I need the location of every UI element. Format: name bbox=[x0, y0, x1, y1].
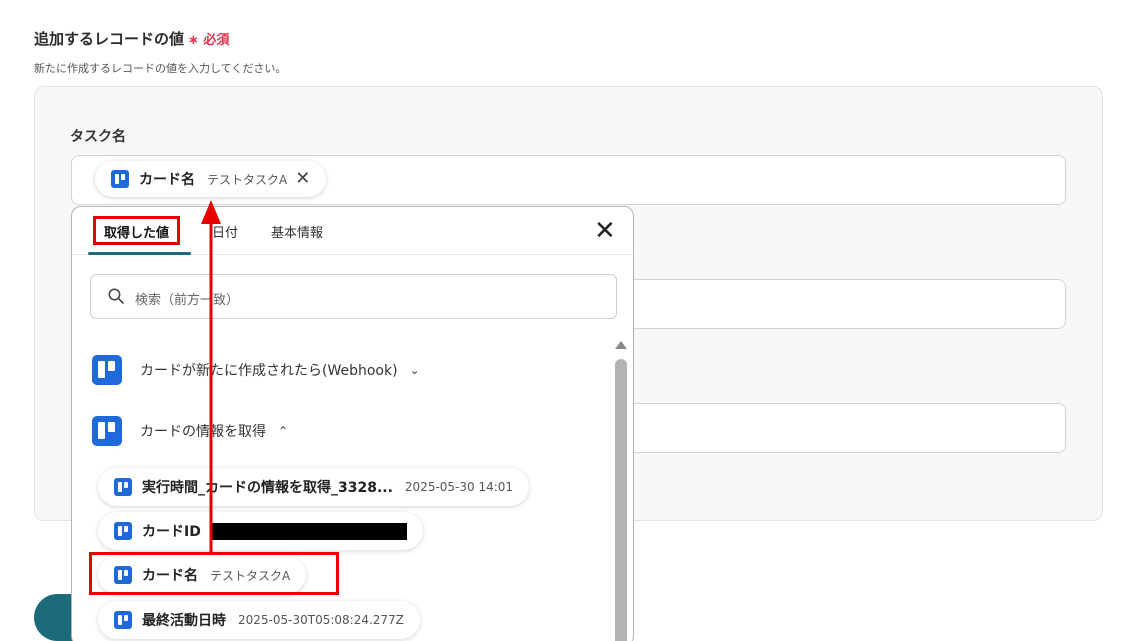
active-tab-indicator bbox=[88, 252, 191, 255]
scroll-up-arrow[interactable] bbox=[615, 341, 627, 349]
close-icon[interactable]: ✕ bbox=[594, 218, 616, 244]
chip-value: テストタスクA bbox=[207, 172, 288, 187]
search-icon bbox=[108, 288, 124, 304]
trello-icon bbox=[114, 611, 132, 629]
trello-icon bbox=[92, 416, 122, 446]
search-placeholder: 検索（前方一致） bbox=[135, 293, 240, 308]
trello-icon bbox=[92, 355, 122, 385]
list-item[interactable]: カードID bbox=[98, 512, 423, 550]
required-badge: ∗ 必須 bbox=[188, 33, 230, 48]
section-title-text: 追加するレコードの値 bbox=[34, 30, 185, 48]
group-name: カードが新たに作成されたら(Webhook) bbox=[140, 363, 398, 379]
search-input[interactable]: 検索（前方一致） bbox=[90, 274, 617, 319]
selected-value-chip[interactable]: カード名 テストタスクA ✕ bbox=[95, 161, 327, 197]
item-value: 2025-05-30T05:08:24.277Z bbox=[238, 613, 404, 627]
group-get-card-info[interactable]: カードの情報を取得 ⌃ bbox=[92, 416, 288, 446]
chevron-down-icon: ⌄ bbox=[409, 363, 420, 377]
list-item[interactable]: 最終活動日時 2025-05-30T05:08:24.277Z bbox=[98, 601, 420, 639]
scrollbar-thumb[interactable] bbox=[615, 359, 627, 641]
tab-date[interactable]: 日付 bbox=[212, 222, 238, 241]
trello-icon bbox=[111, 170, 129, 188]
section-title: 追加するレコードの値 ∗ 必須 bbox=[34, 28, 229, 49]
task-name-label: タスク名 bbox=[70, 129, 126, 145]
section-description: 新たに作成するレコードの値を入力してください。 bbox=[34, 62, 287, 75]
close-icon[interactable]: ✕ bbox=[295, 170, 310, 188]
trello-icon bbox=[114, 478, 132, 496]
highlight-box-tab bbox=[93, 216, 180, 245]
trello-icon bbox=[114, 522, 132, 540]
redacted-value bbox=[210, 522, 407, 540]
tab-basic-info[interactable]: 基本情報 bbox=[271, 222, 323, 241]
chip-key: カード名 bbox=[139, 172, 195, 188]
item-key: カードID bbox=[142, 524, 201, 540]
item-key: 最終活動日時 bbox=[142, 613, 226, 629]
highlight-box-item bbox=[89, 552, 339, 595]
item-value: 2025-05-30 14:01 bbox=[404, 480, 514, 494]
list-item[interactable]: 実行時間_カードの情報を取得_3328... 2025-05-30 14:01 bbox=[98, 468, 530, 506]
group-name: カードの情報を取得 bbox=[140, 424, 266, 440]
group-webhook[interactable]: カードが新たに作成されたら(Webhook) ⌄ bbox=[92, 355, 420, 385]
item-key: 実行時間_カードの情報を取得_3328... bbox=[142, 480, 393, 496]
chevron-up-icon: ⌃ bbox=[278, 424, 289, 438]
